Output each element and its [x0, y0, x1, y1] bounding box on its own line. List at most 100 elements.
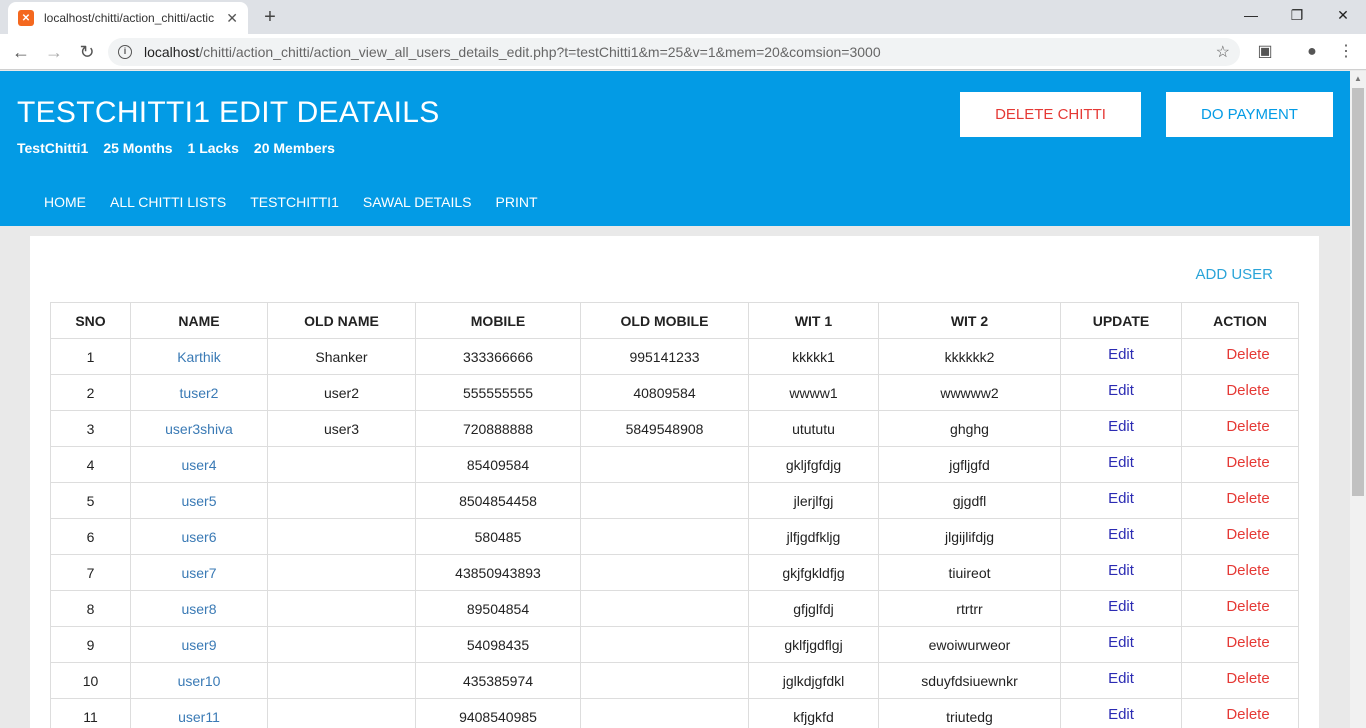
- delete-link[interactable]: Delete: [1226, 526, 1269, 543]
- delete-link-cell[interactable]: Delete: [1181, 446, 1299, 483]
- vertical-scrollbar[interactable]: ▲: [1350, 71, 1366, 728]
- cell-name[interactable]: user11: [130, 698, 268, 728]
- cell-mobile: 85409584: [415, 446, 581, 483]
- browser-tab[interactable]: ✕ localhost/chitti/action_chitti/actic ✕: [8, 2, 248, 34]
- delete-link-cell[interactable]: Delete: [1181, 410, 1299, 447]
- cell-name[interactable]: user5: [130, 482, 268, 519]
- menu-item-print[interactable]: PRINT: [496, 194, 538, 210]
- new-tab-icon[interactable]: +: [258, 5, 282, 29]
- cell-name[interactable]: tuser2: [130, 374, 268, 411]
- delete-link[interactable]: Delete: [1226, 418, 1269, 435]
- delete-link[interactable]: Delete: [1226, 382, 1269, 399]
- cell-wit1: jlfjgdfkljg: [748, 518, 879, 555]
- scrollbar-thumb[interactable]: [1352, 88, 1364, 496]
- url-bar[interactable]: i localhost/chitti/action_chitti/action_…: [108, 38, 1240, 66]
- delete-link-cell[interactable]: Delete: [1181, 482, 1299, 519]
- delete-link[interactable]: Delete: [1226, 562, 1269, 579]
- bookmark-star-icon[interactable]: ☆: [1216, 42, 1230, 62]
- edit-link[interactable]: Edit: [1108, 634, 1134, 651]
- cell-name[interactable]: user3shiva: [130, 410, 268, 447]
- site-info-icon[interactable]: i: [118, 45, 132, 59]
- cell-sno: 5: [50, 482, 131, 519]
- delete-link[interactable]: Delete: [1226, 634, 1269, 651]
- delete-link[interactable]: Delete: [1226, 670, 1269, 687]
- menu-item-testchitti1[interactable]: TESTCHITTI1: [250, 194, 339, 210]
- col-old-mobile: OLD MOBILE: [580, 302, 749, 339]
- edit-link-cell[interactable]: Edit: [1060, 698, 1182, 728]
- delete-link-cell[interactable]: Delete: [1181, 338, 1299, 375]
- edit-link-cell[interactable]: Edit: [1060, 374, 1182, 411]
- edit-link-cell[interactable]: Edit: [1060, 590, 1182, 627]
- restore-icon[interactable]: ❐: [1274, 0, 1320, 30]
- cell-name[interactable]: user10: [130, 662, 268, 699]
- delete-link-cell[interactable]: Delete: [1181, 518, 1299, 555]
- cell-wit2: jlgijlifdjg: [878, 518, 1061, 555]
- cell-name[interactable]: user8: [130, 590, 268, 627]
- menu-item-all-chitti-lists[interactable]: ALL CHITTI LISTS: [110, 194, 226, 210]
- edit-link-cell[interactable]: Edit: [1060, 338, 1182, 375]
- cell-sno: 10: [50, 662, 131, 699]
- edit-link-cell[interactable]: Edit: [1060, 446, 1182, 483]
- do-payment-button[interactable]: DO PAYMENT: [1166, 92, 1333, 137]
- col-old-name: OLD NAME: [267, 302, 416, 339]
- cell-wit1: kkkkk1: [748, 338, 879, 375]
- cell-wit1: jglkdjgfdkl: [748, 662, 879, 699]
- delete-link[interactable]: Delete: [1226, 346, 1269, 363]
- edit-link-cell[interactable]: Edit: [1060, 518, 1182, 555]
- delete-link-cell[interactable]: Delete: [1181, 374, 1299, 411]
- delete-link[interactable]: Delete: [1226, 490, 1269, 507]
- delete-link[interactable]: Delete: [1226, 598, 1269, 615]
- delete-link-cell[interactable]: Delete: [1181, 590, 1299, 627]
- cell-wit1: kfjgkfd: [748, 698, 879, 728]
- edit-link[interactable]: Edit: [1108, 598, 1134, 615]
- back-icon[interactable]: ←: [9, 40, 33, 64]
- cell-mobile: 43850943893: [415, 554, 581, 591]
- add-user-link[interactable]: ADD USER: [1195, 266, 1273, 283]
- reload-icon[interactable]: ↻: [75, 40, 99, 64]
- delete-link-cell[interactable]: Delete: [1181, 662, 1299, 699]
- edit-link[interactable]: Edit: [1108, 418, 1134, 435]
- edit-link[interactable]: Edit: [1108, 346, 1134, 363]
- cell-name[interactable]: Karthik: [130, 338, 268, 375]
- window-close-icon[interactable]: ✕: [1320, 0, 1366, 30]
- cell-old-name: [267, 662, 416, 699]
- cell-old-mobile: 40809584: [580, 374, 749, 411]
- table-row: 5 user5 8504854458 jlerjlfgj gjgdfl Edit Delet…: [50, 482, 1299, 519]
- menu-item-home[interactable]: HOME: [44, 194, 86, 210]
- edit-link-cell[interactable]: Edit: [1060, 410, 1182, 447]
- edit-link[interactable]: Edit: [1108, 526, 1134, 543]
- cell-name[interactable]: user9: [130, 626, 268, 663]
- cell-sno: 9: [50, 626, 131, 663]
- edit-link-cell[interactable]: Edit: [1060, 662, 1182, 699]
- cell-name[interactable]: user6: [130, 518, 268, 555]
- delete-link[interactable]: Delete: [1226, 706, 1269, 723]
- edit-link[interactable]: Edit: [1108, 562, 1134, 579]
- edit-link[interactable]: Edit: [1108, 382, 1134, 399]
- edit-link-cell[interactable]: Edit: [1060, 626, 1182, 663]
- extension-icon[interactable]: ▣: [1255, 42, 1275, 62]
- account-icon[interactable]: ●: [1302, 42, 1322, 62]
- delete-link-cell[interactable]: Delete: [1181, 554, 1299, 591]
- forward-icon[interactable]: →: [42, 40, 66, 64]
- delete-link[interactable]: Delete: [1226, 454, 1269, 471]
- delete-chitti-button[interactable]: DELETE CHITTI: [960, 92, 1141, 137]
- edit-link[interactable]: Edit: [1108, 706, 1134, 723]
- edit-link[interactable]: Edit: [1108, 454, 1134, 471]
- minimize-icon[interactable]: —: [1228, 0, 1274, 30]
- url-text[interactable]: localhost/chitti/action_chitti/action_vi…: [144, 44, 881, 60]
- edit-link-cell[interactable]: Edit: [1060, 482, 1182, 519]
- delete-link-cell[interactable]: Delete: [1181, 626, 1299, 663]
- cell-wit1: gkljfgfdjg: [748, 446, 879, 483]
- menu-item-sawal-details[interactable]: SAWAL DETAILS: [363, 194, 472, 210]
- cell-name[interactable]: user7: [130, 554, 268, 591]
- menu-kebab-icon[interactable]: ⋮: [1336, 42, 1356, 62]
- cell-name[interactable]: user4: [130, 446, 268, 483]
- meta-name: TestChitti1: [17, 140, 89, 156]
- edit-link-cell[interactable]: Edit: [1060, 554, 1182, 591]
- tab-close-icon[interactable]: ✕: [226, 10, 238, 27]
- delete-link-cell[interactable]: Delete: [1181, 698, 1299, 728]
- scroll-up-icon[interactable]: ▲: [1350, 71, 1366, 87]
- edit-link[interactable]: Edit: [1108, 670, 1134, 687]
- cell-sno: 7: [50, 554, 131, 591]
- edit-link[interactable]: Edit: [1108, 490, 1134, 507]
